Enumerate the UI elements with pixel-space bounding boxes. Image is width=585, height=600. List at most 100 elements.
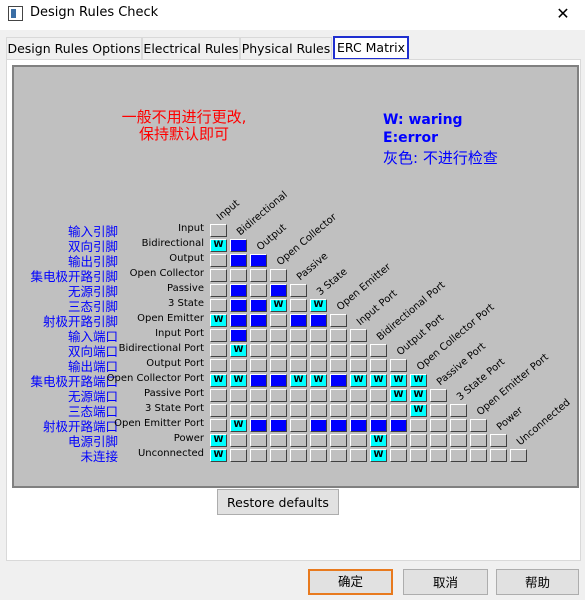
matrix-cell[interactable] <box>410 434 427 447</box>
matrix-cell[interactable] <box>290 284 307 297</box>
matrix-cell[interactable] <box>270 329 287 342</box>
matrix-cell[interactable]: W <box>310 299 327 312</box>
matrix-cell[interactable]: W <box>230 419 247 432</box>
matrix-cell[interactable] <box>250 374 267 387</box>
matrix-cell[interactable] <box>490 434 507 447</box>
matrix-cell[interactable] <box>230 449 247 462</box>
matrix-cell[interactable] <box>330 449 347 462</box>
matrix-cell[interactable] <box>410 419 427 432</box>
matrix-cell[interactable] <box>270 359 287 372</box>
matrix-cell[interactable] <box>230 389 247 402</box>
matrix-cell[interactable]: W <box>350 374 367 387</box>
matrix-cell[interactable] <box>310 434 327 447</box>
matrix-cell[interactable] <box>470 449 487 462</box>
close-button[interactable]: ✕ <box>549 2 577 26</box>
matrix-cell[interactable] <box>250 404 267 417</box>
cancel-button[interactable]: 取消 <box>403 569 488 595</box>
matrix-cell[interactable] <box>310 344 327 357</box>
matrix-cell[interactable] <box>290 419 307 432</box>
matrix-cell[interactable] <box>210 419 227 432</box>
matrix-cell[interactable] <box>370 344 387 357</box>
matrix-cell[interactable] <box>510 449 527 462</box>
matrix-cell[interactable] <box>290 314 307 327</box>
matrix-cell[interactable]: W <box>370 434 387 447</box>
matrix-cell[interactable]: W <box>410 404 427 417</box>
matrix-cell[interactable] <box>270 419 287 432</box>
matrix-cell[interactable] <box>290 449 307 462</box>
matrix-cell[interactable] <box>210 344 227 357</box>
matrix-cell[interactable] <box>450 434 467 447</box>
matrix-cell[interactable]: W <box>370 374 387 387</box>
matrix-cell[interactable] <box>350 449 367 462</box>
matrix-cell[interactable] <box>350 404 367 417</box>
matrix-cell[interactable]: W <box>210 314 227 327</box>
matrix-cell[interactable] <box>490 449 507 462</box>
matrix-cell[interactable] <box>210 224 227 237</box>
matrix-cell[interactable] <box>270 404 287 417</box>
matrix-cell[interactable] <box>230 284 247 297</box>
matrix-cell[interactable] <box>370 419 387 432</box>
matrix-cell[interactable] <box>250 329 267 342</box>
matrix-cell[interactable] <box>270 314 287 327</box>
matrix-cell[interactable] <box>210 389 227 402</box>
matrix-cell[interactable] <box>270 374 287 387</box>
matrix-cell[interactable] <box>210 284 227 297</box>
matrix-cell[interactable] <box>230 404 247 417</box>
ok-button[interactable]: 确定 <box>308 569 393 595</box>
matrix-cell[interactable] <box>210 254 227 267</box>
matrix-cell[interactable] <box>250 284 267 297</box>
matrix-cell[interactable] <box>310 359 327 372</box>
matrix-cell[interactable] <box>370 404 387 417</box>
matrix-cell[interactable] <box>290 344 307 357</box>
matrix-cell[interactable] <box>350 434 367 447</box>
matrix-cell[interactable] <box>330 374 347 387</box>
matrix-cell[interactable] <box>250 434 267 447</box>
matrix-cell[interactable]: W <box>290 374 307 387</box>
tab-electrical-rules[interactable]: Electrical Rules <box>142 37 240 60</box>
matrix-cell[interactable] <box>250 359 267 372</box>
matrix-cell[interactable] <box>310 419 327 432</box>
matrix-cell[interactable] <box>250 269 267 282</box>
matrix-cell[interactable]: W <box>390 389 407 402</box>
matrix-cell[interactable] <box>350 389 367 402</box>
matrix-cell[interactable]: W <box>210 434 227 447</box>
matrix-cell[interactable] <box>430 389 447 402</box>
matrix-cell[interactable]: W <box>230 344 247 357</box>
matrix-cell[interactable] <box>370 389 387 402</box>
matrix-cell[interactable] <box>330 329 347 342</box>
matrix-cell[interactable]: W <box>310 374 327 387</box>
matrix-cell[interactable] <box>330 344 347 357</box>
matrix-cell[interactable]: W <box>210 239 227 252</box>
matrix-cell[interactable] <box>270 344 287 357</box>
matrix-cell[interactable] <box>330 404 347 417</box>
matrix-cell[interactable] <box>270 449 287 462</box>
matrix-cell[interactable] <box>410 449 427 462</box>
matrix-cell[interactable]: W <box>230 374 247 387</box>
matrix-cell[interactable] <box>230 314 247 327</box>
matrix-cell[interactable] <box>310 314 327 327</box>
restore-defaults-button[interactable]: Restore defaults <box>217 489 339 515</box>
matrix-cell[interactable] <box>390 449 407 462</box>
matrix-cell[interactable] <box>450 419 467 432</box>
matrix-cell[interactable] <box>250 314 267 327</box>
matrix-cell[interactable] <box>270 389 287 402</box>
matrix-cell[interactable] <box>390 434 407 447</box>
matrix-cell[interactable] <box>390 359 407 372</box>
help-button[interactable]: 帮助 <box>496 569 579 595</box>
matrix-cell[interactable] <box>250 299 267 312</box>
matrix-cell[interactable] <box>450 404 467 417</box>
matrix-cell[interactable] <box>310 404 327 417</box>
matrix-cell[interactable] <box>430 434 447 447</box>
matrix-cell[interactable]: W <box>410 389 427 402</box>
matrix-cell[interactable] <box>290 329 307 342</box>
matrix-cell[interactable] <box>230 329 247 342</box>
matrix-cell[interactable] <box>350 359 367 372</box>
matrix-cell[interactable] <box>230 239 247 252</box>
matrix-cell[interactable] <box>430 419 447 432</box>
matrix-cell[interactable] <box>450 449 467 462</box>
matrix-cell[interactable] <box>470 419 487 432</box>
matrix-cell[interactable] <box>430 404 447 417</box>
matrix-cell[interactable]: W <box>370 449 387 462</box>
matrix-cell[interactable]: W <box>390 374 407 387</box>
matrix-cell[interactable] <box>310 389 327 402</box>
